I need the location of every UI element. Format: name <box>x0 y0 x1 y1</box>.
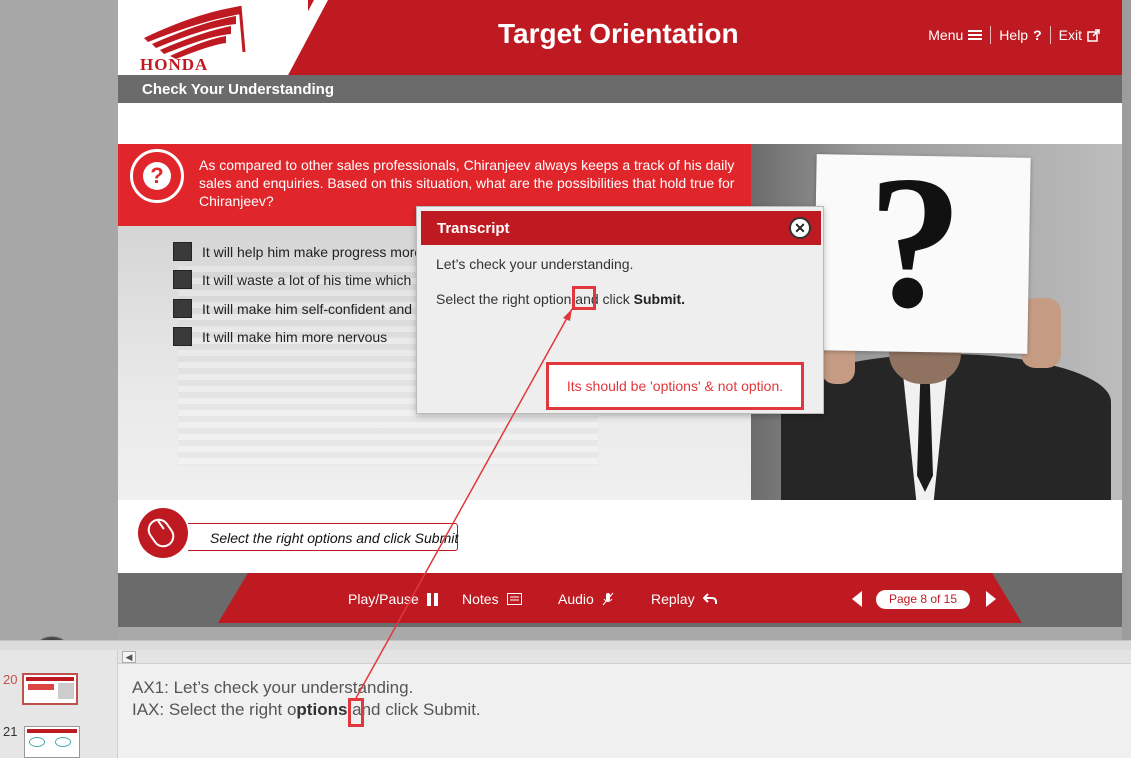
transcript-header: Transcript ✕ <box>421 211 821 245</box>
option-label: It will help him make progress more <box>202 243 423 260</box>
exit-label: Exit <box>1058 27 1082 43</box>
workspace-right <box>1122 0 1131 640</box>
notes-line-2-highlight: ptions <box>296 700 348 719</box>
slide-number: 21 <box>3 724 18 739</box>
transcript-title: Transcript <box>437 220 510 237</box>
pause-icon <box>426 592 438 606</box>
help-label: Help <box>999 27 1029 43</box>
play-pause-button[interactable]: Play/Pause <box>348 591 439 607</box>
slide-thumbnail[interactable] <box>22 673 78 705</box>
question-mark-glyph: ? <box>143 162 171 190</box>
answer-option[interactable]: It will help him make progress more <box>173 242 422 261</box>
option-checkbox[interactable] <box>173 242 192 261</box>
slide-number: 20 <box>3 672 18 687</box>
play-pause-label: Play/Pause <box>348 591 419 607</box>
transcript-line-2-text: Select the right option and click <box>436 291 634 307</box>
question-bubble-icon: ? <box>130 149 184 203</box>
answer-option[interactable]: It will make him more nervous <box>173 327 387 346</box>
replay-label: Replay <box>651 591 695 607</box>
brand-wordmark: HONDA <box>140 55 209 74</box>
replay-icon <box>702 593 717 604</box>
option-checkbox[interactable] <box>173 327 192 346</box>
page-title: Target Orientation <box>498 18 739 49</box>
question-card: ? <box>813 144 1031 354</box>
menu-button[interactable]: Menu <box>920 27 990 43</box>
notes-icon <box>506 593 522 605</box>
thumbnail-header-bar <box>26 677 74 681</box>
notes-line-1: AX1: Let’s check your understanding. <box>132 678 414 697</box>
workspace-left <box>0 0 118 640</box>
header-bar: HONDA Target Orientation Menu Help ? Exi… <box>118 0 1122 75</box>
option-label: It will make him more nervous <box>202 328 388 345</box>
annotation-highlight-box <box>348 698 364 727</box>
slide-thumbnail-pane: 20 21 <box>0 650 118 758</box>
question-mark-glyph: ? <box>865 144 965 349</box>
mouse-outline <box>143 514 179 552</box>
muted-microphone-icon <box>602 592 614 606</box>
hamburger-icon <box>968 30 983 40</box>
notes-line-2: IAX: Select the right options and click … <box>132 700 481 720</box>
notes-line-2-prefix: IAX: Select the right o <box>132 700 297 719</box>
audio-button[interactable]: Audio <box>558 591 614 607</box>
thumbnail-header-bar <box>27 729 77 733</box>
mouse-click-icon <box>138 508 188 558</box>
transcript-submit-word: Submit. <box>633 291 686 307</box>
notes-line-2-suffix: and click Submit. <box>347 700 481 719</box>
previous-page-arrow-icon[interactable] <box>852 591 862 607</box>
controls-panel: Play/Pause Notes Audio Replay Page 8 of … <box>218 573 1022 623</box>
replay-button[interactable]: Replay <box>651 591 717 607</box>
thumbnail-block <box>28 684 54 690</box>
transcript-line-1: Let’s check your understanding. <box>436 256 634 272</box>
option-label: It will waste a lot of his time which h <box>202 271 423 288</box>
option-label: It will make him self-confident and <box>202 300 413 317</box>
notes-toolbar: ◀ <box>118 650 1131 664</box>
instruction-text: Select the right options and click Submi… <box>188 523 458 551</box>
annotation-highlight-box <box>572 286 596 310</box>
page-indicator: Page 8 of 15 <box>876 590 970 609</box>
question-mark-icon: ? <box>1033 27 1042 43</box>
option-checkbox[interactable] <box>173 299 192 318</box>
help-button[interactable]: Help ? <box>991 27 1049 43</box>
slide-thumbnail[interactable] <box>24 726 80 758</box>
external-link-icon <box>1087 28 1100 42</box>
honda-wing-logo-icon <box>144 5 246 59</box>
answer-option[interactable]: It will waste a lot of his time which h <box>173 270 423 289</box>
player-controls-bar: Play/Pause Notes Audio Replay Page 8 of … <box>118 573 1122 627</box>
section-subheader: Check Your Understanding <box>118 75 1122 103</box>
exit-button[interactable]: Exit <box>1051 27 1108 43</box>
header-nav: Menu Help ? Exit <box>920 26 1108 44</box>
audio-label: Audio <box>558 591 594 607</box>
notes-button[interactable]: Notes <box>462 591 522 607</box>
speaker-notes-pane[interactable]: ◀ AX1: Let’s check your understanding. I… <box>118 650 1131 758</box>
transcript-line-2: Select the right option and click Submit… <box>436 291 685 307</box>
thumbnail-diagram <box>29 737 45 747</box>
menu-label: Menu <box>928 27 964 43</box>
pane-splitter[interactable] <box>0 640 1131 650</box>
notes-label: Notes <box>462 591 499 607</box>
next-page-arrow-icon[interactable] <box>986 591 996 607</box>
collapse-arrow-icon[interactable]: ◀ <box>122 651 136 663</box>
annotation-note: Its should be 'options' & not option. <box>546 362 804 410</box>
answer-option[interactable]: It will make him self-confident and <box>173 299 412 318</box>
question-text: As compared to other sales professionals… <box>199 157 735 209</box>
thumbnail-diagram <box>55 737 71 747</box>
close-icon[interactable]: ✕ <box>789 217 811 239</box>
option-checkbox[interactable] <box>173 270 192 289</box>
thumbnail-photo <box>58 683 74 699</box>
